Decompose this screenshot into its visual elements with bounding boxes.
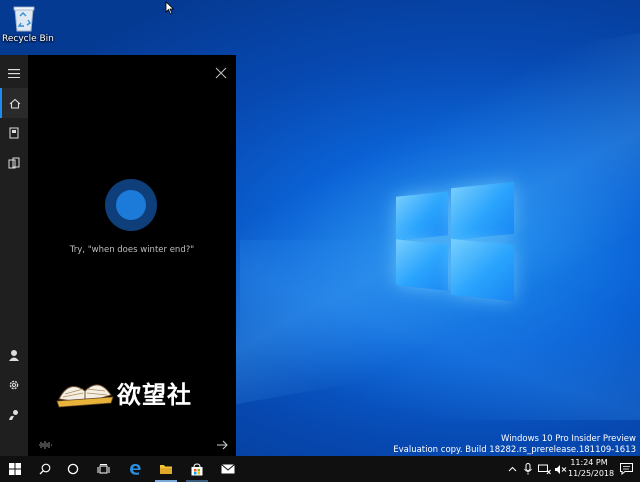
microphone-icon[interactable] (38, 435, 52, 454)
cortana-nav-rail (0, 55, 28, 456)
recycle-bin-desktop-icon[interactable]: Recycle Bin (2, 4, 54, 44)
feedback-icon[interactable] (0, 400, 28, 430)
recycle-bin-icon (13, 4, 35, 32)
evaluation-build: Evaluation copy. Build 18282.rs_prerelea… (393, 445, 636, 455)
windows-logo-wallpaper (396, 180, 514, 302)
show-hidden-icons-chevron-icon[interactable] (504, 456, 520, 482)
evaluation-edition: Windows 10 Pro Insider Preview (501, 434, 636, 444)
send-arrow-icon[interactable] (216, 435, 228, 454)
home-icon[interactable] (0, 88, 28, 118)
mouse-cursor-icon (165, 0, 175, 19)
cortana-suggestion-text: Try, "when does winter end?" (69, 245, 195, 255)
search-icon[interactable] (30, 456, 60, 482)
microphone-tray-icon[interactable] (520, 456, 536, 482)
recycle-bin-label: Recycle Bin (2, 34, 54, 44)
account-icon[interactable] (0, 340, 28, 370)
evaluation-watermark: Windows 10 Pro Insider Preview Evaluatio… (393, 434, 636, 456)
cortana-ring-inner (116, 190, 146, 220)
taskbar: 11:24 PM 11/25/2018 (0, 456, 640, 482)
notebook-icon[interactable] (0, 118, 28, 148)
action-center-icon[interactable] (612, 456, 640, 482)
network-icon[interactable] (536, 456, 552, 482)
menu-icon[interactable] (0, 58, 28, 88)
cortana-panel: Try, "when does winter end?" 欲望社 (0, 55, 236, 456)
cortana-icon[interactable] (58, 456, 88, 482)
start-icon[interactable] (0, 456, 30, 482)
task-view-icon[interactable] (88, 456, 118, 482)
devices-icon[interactable] (0, 148, 28, 178)
edge-icon[interactable] (120, 456, 150, 482)
taskbar-clock[interactable]: 11:24 PM 11/25/2018 (568, 457, 615, 479)
settings-icon[interactable] (0, 370, 28, 400)
site-watermark-logo: 欲望社 (55, 373, 205, 409)
close-icon[interactable] (214, 65, 228, 79)
clock-date: 11/25/2018 (568, 469, 615, 478)
mail-icon[interactable] (213, 456, 243, 482)
file-explorer-icon[interactable] (151, 456, 181, 482)
store-icon[interactable] (182, 456, 212, 482)
clock-time: 11:24 PM (570, 458, 608, 467)
site-watermark-text: 欲望社 (117, 381, 192, 409)
volume-mute-icon[interactable] (552, 456, 568, 482)
